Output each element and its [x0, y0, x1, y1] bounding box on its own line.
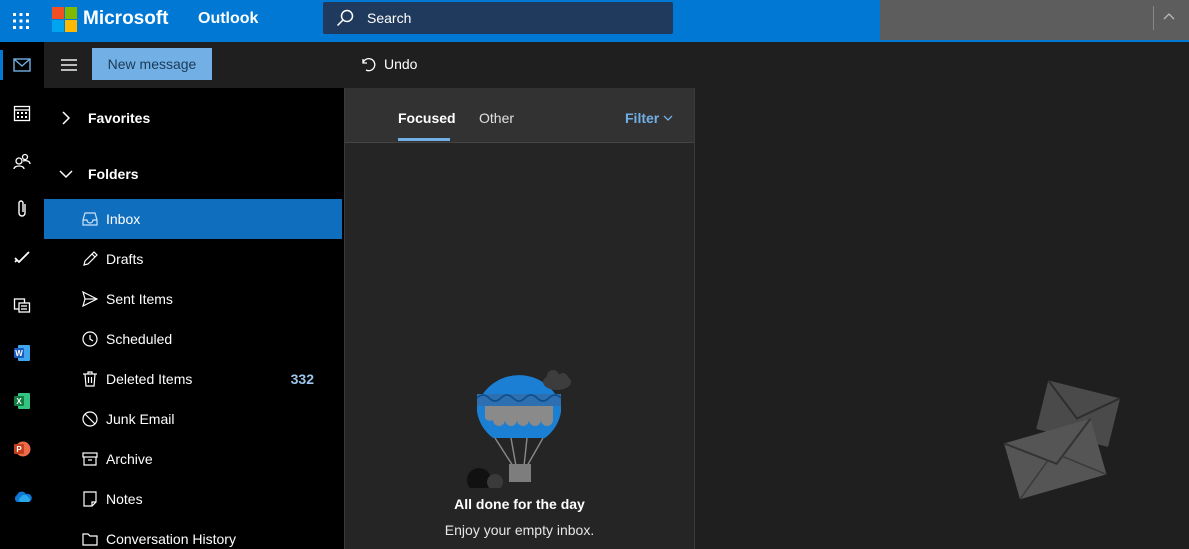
chevron-right-icon [44, 111, 88, 125]
rail-excel[interactable]: X [0, 378, 44, 424]
undo-label: Undo [384, 56, 418, 72]
rail-todo[interactable] [0, 234, 44, 280]
folder-item-notes[interactable]: Notes [44, 479, 342, 519]
undo-button[interactable]: Undo [360, 52, 417, 76]
new-message-button[interactable]: New message [92, 48, 212, 80]
folder-item-archive[interactable]: Archive [44, 439, 342, 479]
active-indicator [0, 50, 3, 80]
folder-item-conversation-history[interactable]: Conversation History [44, 519, 342, 549]
folder-label: Sent Items [106, 291, 173, 307]
unread-count: 332 [290, 371, 314, 387]
command-bar: New message Undo [44, 42, 1189, 88]
search-icon [323, 2, 367, 34]
folder-item-deleted-items[interactable]: Deleted Items 332 [44, 359, 342, 399]
microsoft-logo-icon [52, 7, 77, 32]
folder-item-drafts[interactable]: Drafts [44, 239, 342, 279]
undo-icon [362, 58, 376, 72]
empty-state-subtitle: Enjoy your empty inbox. [444, 522, 595, 538]
top-bar: Microsoft Outlook [0, 0, 1189, 42]
people-icon [13, 153, 31, 170]
calendar-icon [13, 105, 31, 122]
tab-focused[interactable]: Focused [398, 110, 456, 126]
clock-icon [44, 331, 106, 347]
folder-label: Scheduled [106, 331, 173, 347]
search-input[interactable] [367, 10, 657, 26]
checkmark-icon [14, 251, 30, 264]
folder-pane: Favorites Folders Inbox Drafts Sent Item… [44, 88, 344, 549]
folder-label: Notes [106, 491, 143, 507]
powerpoint-icon: P [14, 441, 31, 457]
rail-files[interactable] [0, 186, 44, 232]
note-icon [44, 491, 106, 507]
app-name[interactable]: Outlook [198, 9, 258, 29]
chevron-up-icon[interactable] [1162, 10, 1176, 24]
svg-text:W: W [15, 349, 23, 358]
hamburger-menu-icon[interactable] [56, 52, 82, 78]
archive-icon [44, 451, 106, 467]
hot-air-balloon-illustration [467, 370, 571, 488]
trash-icon [44, 371, 106, 387]
message-list: Focused Other Filter All done for the da… [344, 88, 695, 549]
account-area[interactable] [880, 0, 1189, 40]
rail-onedrive[interactable] [0, 474, 44, 520]
folder-label: Archive [106, 451, 153, 467]
groups-icon [13, 298, 31, 313]
folder-label: Inbox [106, 211, 141, 227]
filter-button[interactable]: Filter [625, 110, 673, 126]
pencil-icon [44, 251, 106, 267]
folder-item-sent-items[interactable]: Sent Items [44, 279, 342, 319]
rail-groups[interactable] [0, 282, 44, 328]
rail-word[interactable]: W [0, 330, 44, 376]
chevron-down-icon [663, 115, 673, 121]
favorites-label: Favorites [88, 110, 151, 126]
mail-icon [13, 58, 31, 72]
folder-item-scheduled[interactable]: Scheduled [44, 319, 342, 359]
filter-label: Filter [625, 110, 660, 126]
rail-people[interactable] [0, 138, 44, 184]
block-icon [44, 411, 106, 427]
onedrive-icon [14, 491, 32, 502]
svg-text:X: X [16, 397, 22, 406]
inbox-icon [44, 212, 106, 226]
excel-icon: X [14, 393, 30, 409]
favorites-header[interactable]: Favorites [44, 98, 344, 138]
send-icon [44, 291, 106, 307]
brand-name[interactable]: Microsoft [83, 7, 169, 31]
svg-text:P: P [16, 445, 22, 454]
folder-label: Deleted Items [106, 371, 193, 387]
folder-item-inbox[interactable]: Inbox [44, 199, 342, 239]
folders-header[interactable]: Folders [44, 154, 344, 194]
folder-item-junk-email[interactable]: Junk Email [44, 399, 342, 439]
app-launcher-icon[interactable] [0, 0, 42, 42]
inbox-pivot: Focused Other Filter [345, 88, 694, 143]
word-icon: W [14, 345, 30, 361]
active-tab-indicator [398, 138, 450, 141]
app-rail: W X P [0, 42, 44, 549]
chevron-down-icon [44, 169, 88, 179]
rail-powerpoint[interactable]: P [0, 426, 44, 472]
rail-calendar[interactable] [0, 90, 44, 136]
folder-label: Drafts [106, 251, 144, 267]
folder-label: Junk Email [106, 411, 175, 427]
empty-state-title: All done for the day [454, 496, 585, 512]
divider [1153, 6, 1154, 30]
paperclip-icon [18, 200, 26, 217]
folder-label: Conversation History [106, 531, 236, 547]
folder-icon [44, 532, 106, 546]
envelopes-illustration [1003, 379, 1121, 500]
reading-pane [695, 88, 1189, 549]
search-box[interactable] [323, 2, 673, 34]
folders-label: Folders [88, 166, 139, 182]
rail-mail[interactable] [0, 42, 44, 88]
tab-other[interactable]: Other [479, 110, 514, 126]
